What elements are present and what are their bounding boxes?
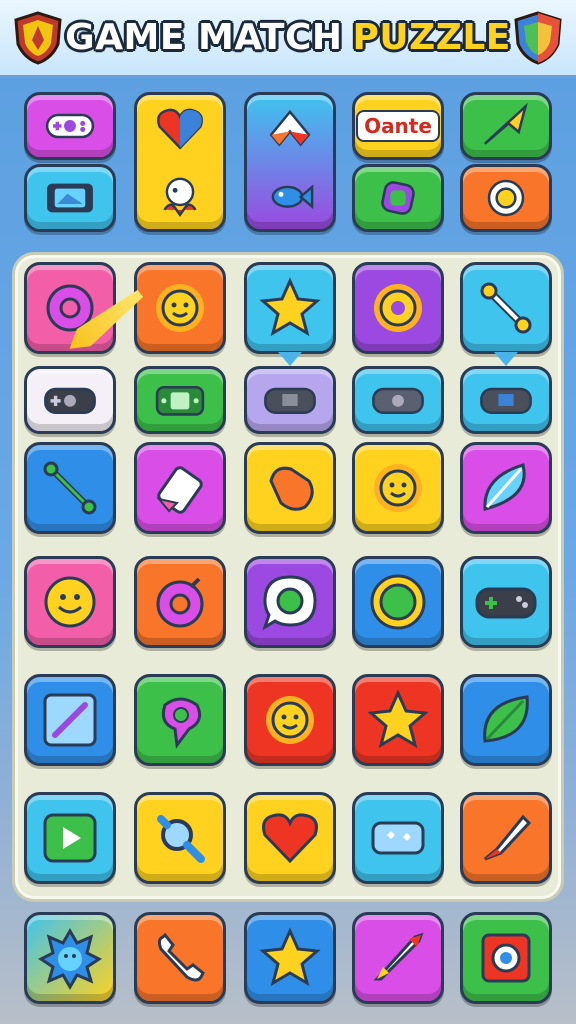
splash-icon [38,928,102,990]
brush-icon [484,814,532,861]
board-tile[interactable] [244,366,336,434]
ring-icon [487,179,525,217]
top-tile-arrow[interactable] [460,92,552,160]
rounded-square-icon [381,181,415,215]
star-icon [259,927,321,987]
board-tile[interactable] [244,556,336,648]
title-main: GAME MATCH [65,17,343,58]
leaf-arrow-icon [483,102,528,145]
board-tile[interactable] [460,442,552,534]
star-icon [367,689,429,749]
game-title: GAME MATCH PUZZLE [65,17,511,58]
sun-icon [266,696,314,744]
top-tile-square[interactable] [352,164,444,232]
sun-icon [374,284,422,332]
heart-shield-icon [156,108,204,150]
gamepad-icon [45,113,95,139]
board-tile[interactable] [352,674,444,766]
board-tile[interactable] [24,442,116,534]
board-tile[interactable] [244,674,336,766]
play-icon [43,813,97,863]
board-tile[interactable] [244,792,336,884]
wrench-icon [480,282,532,334]
board-tile[interactable] [460,556,552,648]
top-tile-ring[interactable] [460,164,552,232]
board-tile[interactable] [24,792,116,884]
selection-pointer [278,352,302,366]
board-tile[interactable] [134,792,226,884]
phone-handset-icon [157,932,205,982]
wand-icon [43,461,97,515]
board-tile[interactable] [244,442,336,534]
bottom-tile[interactable] [134,912,226,1004]
bottom-tile[interactable] [24,912,116,1004]
title-highlight: PUZZLE [352,17,511,58]
ticket-icon [371,821,425,855]
shield-emblem-icon [514,11,562,65]
pen-icon [43,693,97,747]
board-tile[interactable] [24,262,116,354]
sun-icon [374,464,422,512]
donut-icon [156,577,204,628]
board-tile[interactable] [244,262,336,354]
shield-emblem-icon [14,11,62,65]
map-pin-icon [161,697,202,749]
leaf-shield-icon [483,463,526,511]
top-tile-text[interactable]: Oante [352,92,444,160]
chat-bubble-icon [262,575,317,631]
board-tile[interactable] [24,674,116,766]
smiley-icon [44,576,96,628]
magnifier-icon [157,815,205,863]
speaker-icon [481,933,531,983]
title-banner: GAME MATCH PUZZLE [0,0,576,78]
top-tile-handheld[interactable] [24,164,116,232]
board-tile[interactable] [460,792,552,884]
bottom-tile[interactable] [352,912,444,1004]
selection-pointer [494,352,518,366]
board-tile[interactable] [460,674,552,766]
pill-icon [269,466,314,511]
top-tile-wrap-fish[interactable] [244,92,336,232]
handheld-console-icon [47,183,93,213]
gamepad-icon [475,587,537,619]
board-tile[interactable] [352,262,444,354]
top-tile-heart-ghost[interactable] [134,92,226,232]
top-tile-gamepad[interactable] [24,92,116,160]
bottom-tile[interactable] [244,912,336,1004]
ghost-icon [163,177,197,217]
board-tile[interactable] [352,366,444,434]
bottom-tile[interactable] [460,912,552,1004]
board-tile[interactable] [134,442,226,534]
board-tile[interactable] [134,674,226,766]
gamepad-icon [480,387,532,414]
board-tile[interactable] [24,556,116,648]
gamepad-icon [264,387,316,414]
eraser-icon [156,466,203,514]
board-tile[interactable] [352,792,444,884]
rocket-icon [373,932,424,981]
leaf-icon [483,695,529,743]
flower-icon [370,574,426,630]
board-tile[interactable] [352,442,444,534]
star-icon [259,277,321,337]
board-tile[interactable] [134,262,226,354]
wrapped-candy-icon [269,109,311,146]
board-tile[interactable] [24,366,116,434]
fish-icon [271,183,314,209]
sun-icon [156,284,204,332]
board-tile[interactable] [134,366,226,434]
gamepad-icon [44,387,96,414]
heart-icon [262,813,318,864]
gamepad-icon [372,387,424,414]
board-tile[interactable] [352,556,444,648]
special-tile-label: Oante [356,110,440,142]
board-tile[interactable] [460,366,552,434]
handheld-console-icon [155,386,205,416]
board-tile[interactable] [460,262,552,354]
board-tile[interactable] [134,556,226,648]
